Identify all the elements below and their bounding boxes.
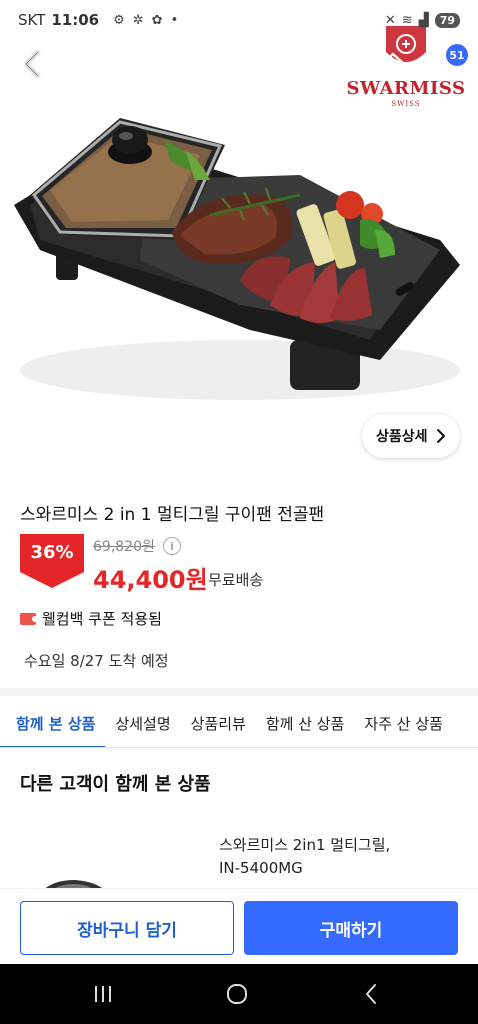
tab-bought-together[interactable]: 함께 산 상품 bbox=[256, 700, 355, 747]
home-system-button[interactable] bbox=[222, 979, 252, 1009]
bottom-action-bar: 장바구니 담기 구매하기 bbox=[0, 888, 478, 964]
add-to-cart-button[interactable]: 장바구니 담기 bbox=[20, 901, 234, 955]
back-button[interactable] bbox=[14, 46, 50, 82]
product-title: 스와르미스 2 in 1 멀티그릴 구이팬 전골팬 bbox=[20, 505, 325, 525]
fan-icon: ✲ bbox=[132, 12, 144, 28]
sale-price: 44,400원 bbox=[93, 566, 208, 594]
price-info-icon[interactable]: i bbox=[163, 537, 181, 555]
back-arrow-icon bbox=[366, 984, 376, 1004]
dot-icon: • bbox=[170, 12, 179, 28]
bluetooth-icon: ✿ bbox=[151, 12, 163, 28]
battery-indicator: 79 bbox=[434, 12, 460, 28]
original-price: 69,820원 bbox=[93, 539, 155, 555]
tab-description[interactable]: 상세설명 bbox=[105, 700, 180, 747]
brand-subtitle: SWISS bbox=[391, 100, 421, 108]
cart-button[interactable]: 51 bbox=[426, 44, 468, 82]
search-button[interactable] bbox=[326, 48, 360, 82]
wifi-icon: ≋ bbox=[401, 12, 413, 28]
chevron-right-icon bbox=[436, 429, 445, 443]
tab-reviews[interactable]: 상품리뷰 bbox=[181, 700, 256, 747]
recommended-product-name[interactable]: 스와르미스 2in1 멀티그릴, IN-5400MG bbox=[219, 834, 459, 880]
discount-rate: 36% bbox=[30, 542, 74, 563]
home-button[interactable] bbox=[376, 48, 410, 82]
system-back-button[interactable] bbox=[356, 979, 386, 1009]
home-circle-icon bbox=[227, 984, 247, 1004]
section-title: 다른 고객이 함께 본 상품 bbox=[20, 774, 211, 795]
buy-now-button[interactable]: 구매하기 bbox=[244, 901, 458, 955]
sync-icon: ⚙ bbox=[113, 12, 125, 28]
search-icon bbox=[330, 52, 357, 79]
recent-apps-icon bbox=[95, 986, 111, 1002]
shipping-info: 무료배송 bbox=[208, 571, 264, 589]
discount-badge: 36% bbox=[20, 534, 84, 588]
recent-apps-button[interactable] bbox=[88, 979, 118, 1009]
coupon-icon bbox=[20, 612, 37, 625]
section-divider bbox=[0, 688, 478, 696]
product-detail-button[interactable]: 상품상세 bbox=[362, 414, 460, 458]
tab-frequently-bought[interactable]: 자주 산 상품 bbox=[354, 700, 453, 747]
notification-icons: ⚙ ✲ ✿ • bbox=[113, 13, 178, 28]
recommended-product-name-line2: IN-5400MG bbox=[219, 859, 303, 877]
delivery-estimate: 수요일 8/27 도착 예정 bbox=[24, 652, 169, 670]
carrier-label: SKT bbox=[18, 11, 46, 29]
status-bar: SKT 11:06 ⚙ ✲ ✿ • ✕ ≋ ▟ 79 bbox=[0, 0, 478, 40]
chevron-left-icon bbox=[24, 50, 40, 78]
status-time: 11:06 bbox=[51, 11, 100, 29]
system-navigation-bar bbox=[0, 964, 478, 1024]
mute-icon: ✕ bbox=[384, 12, 396, 28]
home-icon bbox=[381, 52, 405, 78]
product-detail-label: 상품상세 bbox=[376, 429, 428, 445]
coupon-label: 웰컴백 쿠폰 적용됨 bbox=[42, 610, 162, 628]
coupon-notice: 웰컴백 쿠폰 적용됨 bbox=[20, 608, 162, 629]
recommended-product-name-line1: 스와르미스 2in1 멀티그릴, bbox=[219, 836, 391, 854]
tab-viewed-together[interactable]: 함께 본 상품 bbox=[0, 700, 106, 747]
top-navigation: 51 bbox=[0, 40, 478, 90]
signal-icon: ▟ bbox=[418, 12, 429, 28]
cart-count-badge: 51 bbox=[446, 44, 468, 66]
product-tabs: 함께 본 상품 상세설명 상품리뷰 함께 산 상품 자주 산 상품 bbox=[0, 700, 478, 748]
